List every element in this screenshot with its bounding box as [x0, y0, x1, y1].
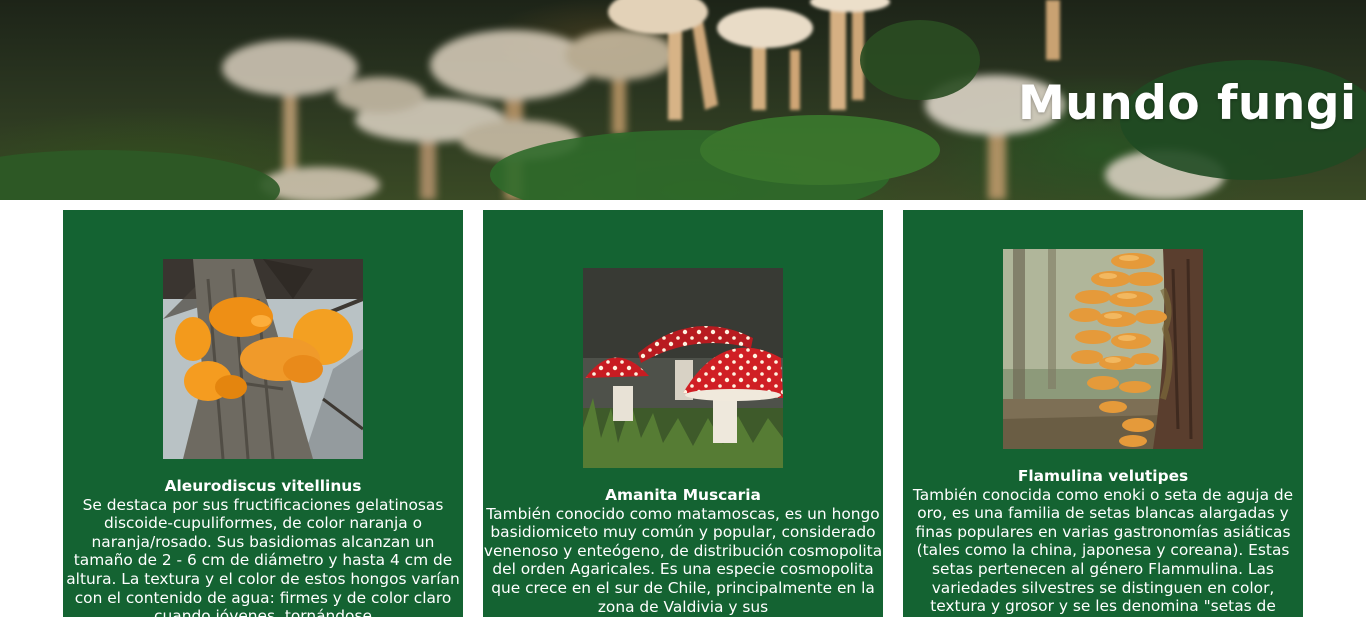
red-spotted-mushroom-photo [583, 268, 783, 468]
card-text: Aleurodiscus vitellinus Se destaca por s… [63, 477, 463, 617]
card-text: Flamulina velutipes También conocida com… [903, 467, 1303, 616]
card-title: Flamulina velutipes [1017, 467, 1189, 485]
card-aleurodiscus: Aleurodiscus vitellinus Se destaca por s… [63, 210, 463, 617]
card-description: También conocido como matamoscas, es un … [483, 504, 883, 616]
page-title: Mundo fungi [1018, 76, 1357, 131]
hero-banner: Mundo fungi [0, 0, 1366, 200]
card-text: Amanita Muscaria También conocido como m… [483, 486, 883, 616]
enoki-cluster-photo [1003, 249, 1203, 449]
card-flamulina: Flamulina velutipes También conocida com… [903, 210, 1303, 617]
card-description: También conocida como enoki o seta de ag… [912, 485, 1294, 616]
orange-jelly-fungus-photo [163, 259, 363, 459]
card-amanita: Amanita Muscaria También conocido como m… [483, 210, 883, 617]
card-title: Amanita Muscaria [605, 486, 761, 504]
card-title: Aleurodiscus vitellinus [164, 477, 362, 495]
card-description: Se destaca por sus fructificaciones gela… [66, 495, 460, 617]
